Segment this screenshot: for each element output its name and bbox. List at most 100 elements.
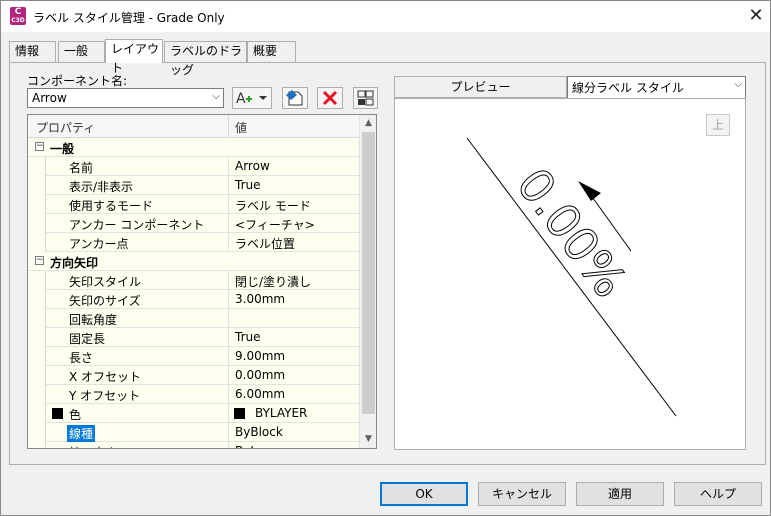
- grid-scrollbar[interactable]: ▲ ▼: [359, 115, 376, 448]
- property-name: 回転角度: [69, 313, 118, 327]
- component-name-value: Arrow: [32, 91, 67, 105]
- row-gutter: [28, 176, 46, 195]
- help-button[interactable]: ヘルプ: [674, 482, 762, 506]
- property-value[interactable]: 閉じ/塗り潰し: [235, 273, 311, 290]
- property-value[interactable]: <フィーチャ>: [235, 216, 315, 233]
- property-name: 長さ: [69, 351, 94, 365]
- grid-property-row[interactable]: 長さ 9.00mm: [28, 347, 359, 366]
- row-gutter: [28, 385, 46, 404]
- row-gutter: [28, 442, 46, 448]
- grid-property-row[interactable]: 線種 ByBlock: [28, 423, 359, 442]
- ok-button[interactable]: OK: [380, 482, 468, 506]
- preview-header: プレビュー: [394, 76, 567, 98]
- row-gutter: [28, 271, 46, 290]
- collapse-icon[interactable]: −: [35, 142, 44, 151]
- copy-component-button[interactable]: [282, 87, 308, 109]
- property-name: 線の太さ: [69, 444, 117, 448]
- row-gutter: [28, 157, 46, 176]
- collapse-icon[interactable]: −: [35, 256, 44, 265]
- grid-property-row[interactable]: アンカー点 ラベル位置: [28, 233, 359, 252]
- component-order-icon: [357, 90, 374, 106]
- grid-property-row[interactable]: 使用するモード ラベル モード: [28, 195, 359, 214]
- grid-property-row[interactable]: 色 BYLAYER: [28, 404, 359, 423]
- app-icon: C C3D: [10, 7, 26, 25]
- scroll-down-icon[interactable]: ▼: [360, 431, 376, 448]
- property-name: 方向矢印: [50, 256, 99, 270]
- grid-property-row[interactable]: 回転角度: [28, 309, 359, 328]
- grid-property-row[interactable]: 矢印のサイズ 3.00mm: [28, 290, 359, 309]
- tab-info[interactable]: 情報: [9, 41, 56, 62]
- property-name: アンカー点: [69, 237, 129, 251]
- property-name: 表示/非表示: [69, 180, 134, 194]
- add-component-button[interactable]: A: [232, 87, 272, 109]
- row-gutter: [28, 423, 46, 442]
- add-component-icon: A: [236, 91, 267, 107]
- row-gutter: [28, 290, 46, 309]
- property-name: アンカー コンポーネント: [69, 218, 205, 232]
- property-value[interactable]: Arrow: [235, 159, 270, 173]
- preview-style-select[interactable]: 線分ラベル スタイル ⌵: [567, 76, 746, 99]
- property-name: X オフセット: [69, 370, 142, 384]
- dialog-window: C C3D ラベル スタイル管理 - Grade Only ✕ 情報 一般 レイ…: [0, 0, 771, 516]
- property-grid: プロパティ 値 − 一般 名前 Arrow 表示/非表示 True 使用するモード ラベル モ…: [27, 114, 377, 449]
- grid-header: プロパティ 値: [28, 115, 359, 138]
- chevron-down-icon: ⌵: [212, 91, 220, 102]
- tab-label-drag[interactable]: ラベルのドラッグ: [164, 41, 247, 77]
- cancel-button[interactable]: キャンセル: [478, 482, 566, 506]
- window-title: ラベル スタイル管理 - Grade Only: [33, 11, 225, 25]
- scroll-up-icon[interactable]: ▲: [360, 115, 376, 132]
- property-name: 使用するモード: [69, 199, 154, 213]
- grid-property-row[interactable]: 表示/非表示 True: [28, 176, 359, 195]
- grid-category-row[interactable]: − 方向矢印: [28, 252, 359, 271]
- tab-layout[interactable]: レイアウト: [105, 39, 163, 75]
- row-gutter: [28, 404, 46, 423]
- preview-up-button[interactable]: 上: [706, 114, 730, 136]
- property-name: 矢印スタイル: [69, 275, 142, 289]
- property-value[interactable]: ラベル モード: [235, 197, 311, 214]
- property-value[interactable]: True: [235, 178, 261, 192]
- property-value[interactable]: ByBlock: [235, 425, 283, 439]
- grid-property-row[interactable]: 固定長 True: [28, 328, 359, 347]
- row-gutter: [28, 233, 46, 252]
- grid-property-row[interactable]: 名前 Arrow: [28, 157, 359, 176]
- property-name: 矢印のサイズ: [69, 294, 141, 308]
- scroll-thumb[interactable]: [362, 132, 375, 414]
- property-value[interactable]: 0.00mm: [235, 368, 285, 382]
- property-value[interactable]: ラベル位置: [235, 235, 295, 252]
- preview-canvas[interactable]: 0.00% 上: [394, 98, 746, 450]
- property-value[interactable]: BYLAYER: [255, 406, 307, 420]
- row-gutter: [28, 347, 46, 366]
- grid-property-row[interactable]: X オフセット 0.00mm: [28, 366, 359, 385]
- grid-property-row[interactable]: 線の太さ ByLayer: [28, 442, 359, 448]
- tab-general[interactable]: 一般: [58, 41, 105, 62]
- property-value[interactable]: ByLayer: [235, 444, 284, 448]
- grid-property-row[interactable]: 矢印スタイル 閉じ/塗り潰し: [28, 271, 359, 290]
- preview-style-value: 線分ラベル スタイル: [572, 81, 684, 95]
- property-value[interactable]: 9.00mm: [235, 349, 285, 363]
- row-gutter: [28, 309, 46, 328]
- header-value: 値: [235, 121, 248, 135]
- row-gutter: [28, 195, 46, 214]
- grid-property-row[interactable]: Y オフセット 6.00mm: [28, 385, 359, 404]
- row-gutter: [28, 214, 46, 233]
- preview-arrowhead: [578, 181, 601, 201]
- property-value[interactable]: True: [235, 330, 261, 344]
- grid-category-row[interactable]: − 一般: [28, 138, 359, 157]
- property-value[interactable]: 6.00mm: [235, 387, 285, 401]
- delete-component-button[interactable]: [317, 87, 343, 109]
- apply-button[interactable]: 適用: [576, 482, 664, 506]
- component-name-select[interactable]: Arrow ⌵: [27, 88, 224, 108]
- close-icon[interactable]: ✕: [746, 6, 766, 26]
- svg-text:A: A: [236, 91, 246, 107]
- tab-summary[interactable]: 概要: [247, 41, 296, 62]
- header-property: プロパティ: [36, 121, 96, 135]
- property-name: 色: [69, 408, 82, 422]
- component-order-button[interactable]: [353, 87, 378, 109]
- grid-property-row[interactable]: アンカー コンポーネント <フィーチャ>: [28, 214, 359, 233]
- property-value[interactable]: 3.00mm: [235, 292, 285, 306]
- color-swatch-icon: [52, 408, 63, 419]
- grid-rows: − 一般 名前 Arrow 表示/非表示 True 使用するモード ラベル モード アンカー コ…: [28, 138, 359, 448]
- row-gutter: [28, 328, 46, 347]
- chevron-down-icon: ⌵: [734, 79, 742, 90]
- title-bar: C C3D ラベル スタイル管理 - Grade Only ✕: [1, 1, 770, 32]
